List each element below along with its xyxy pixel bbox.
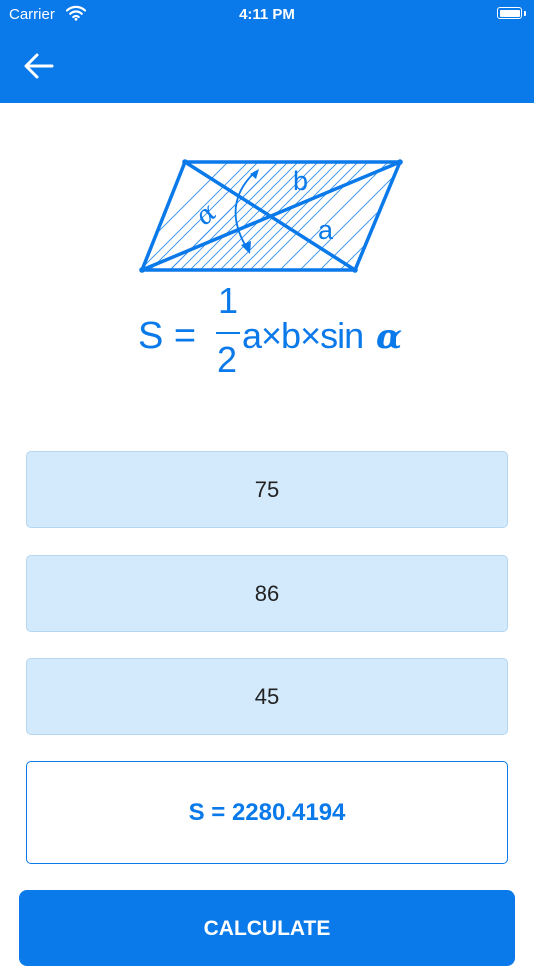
fraction-denominator: 2 [217, 339, 237, 380]
navigation-bar [0, 30, 534, 103]
formula-lhs: S = [138, 315, 196, 357]
diagram-label-b: b [293, 166, 308, 196]
formula-alpha: α [376, 317, 402, 357]
battery-icon [497, 7, 522, 19]
formula-rhs: a×b×sin [242, 315, 363, 356]
status-bar: Carrier 4:11 PM [0, 0, 534, 30]
calculate-button[interactable]: CALCULATE [19, 890, 515, 966]
side-b-input[interactable] [26, 555, 508, 632]
fraction-numerator: 1 [218, 280, 238, 321]
diagram-label-a: a [318, 215, 334, 245]
angle-input[interactable] [26, 658, 508, 735]
parallelogram-diagram: b a α S = 1 2 a×b×sin α [138, 159, 403, 380]
result-display: S = 2280.4194 [26, 761, 508, 864]
arrow-left-icon[interactable] [18, 46, 58, 86]
side-a-input[interactable] [26, 451, 508, 528]
calculate-button-label: CALCULATE [203, 917, 331, 940]
result-text: S = 2280.4194 [188, 798, 346, 826]
clock: 4:11 PM [239, 6, 295, 23]
